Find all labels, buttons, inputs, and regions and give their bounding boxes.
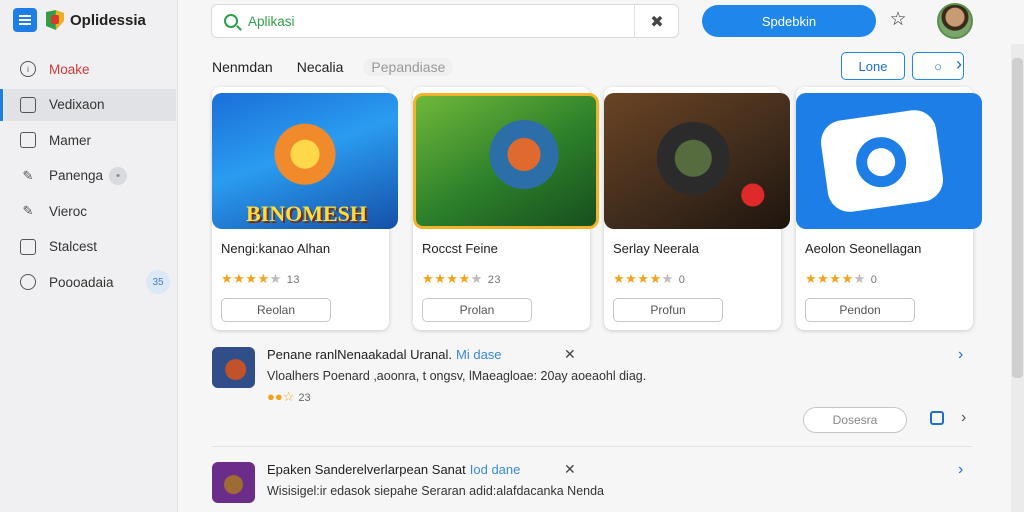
star-outline-icon[interactable]: ☆ [887, 9, 909, 31]
box-icon [20, 132, 36, 148]
share-icon[interactable] [930, 411, 944, 425]
card-title: Serlay Neerala [613, 241, 699, 256]
card-title: Aeolon Seonellagan [805, 241, 922, 256]
sidebar-item-1[interactable]: Vedixaon [0, 88, 176, 121]
sidebar-item-2[interactable]: Mamer [4, 124, 176, 156]
card-title: Nengi:kanao Alhan [221, 241, 331, 256]
sidebar-item-label: Moake [49, 61, 90, 77]
chat-icon: ✎ [22, 167, 34, 183]
search-bar: ✖ [211, 4, 679, 38]
rating-count: 23 [487, 274, 502, 286]
sidebar: Oplidessia i Moake Vedixaon Mamer ✎ Pane… [0, 0, 178, 512]
sidebar-item-label: Poooadaia [49, 274, 114, 290]
sidebar-item-label: Mamer [49, 132, 92, 148]
tab-1[interactable]: Necalia [297, 59, 344, 75]
chat-icon [20, 274, 36, 290]
chevron-right-icon[interactable]: › [958, 461, 963, 479]
emoji-rating: ●●☆ 23 [267, 389, 311, 404]
chat-icon [20, 238, 36, 255]
tab-0[interactable]: Nenmdan [212, 59, 273, 75]
window-icon [20, 96, 36, 113]
list-item[interactable]: Penane ranlNenaakadal Uranal. Mi dase ✕ V… [212, 346, 974, 442]
primary-action-button[interactable]: Spdebkin [702, 5, 876, 37]
hamburger-menu-icon[interactable] [13, 8, 37, 32]
card-title: Roccst Feine [422, 241, 498, 256]
card-action-button[interactable]: Reolan [221, 298, 331, 322]
sidebar-item-badge: • [109, 166, 128, 185]
list-item-description: Wisisigel:ir edasok siepahe Seraran adid… [267, 484, 605, 498]
sidebar-item-3[interactable]: ✎ Panenga • [4, 160, 176, 192]
app-card-1[interactable]: Roccst Feine ★★★★★ 23 Prolan [413, 87, 599, 330]
chevron-right-icon[interactable]: › [956, 54, 962, 75]
star-rating: ★★★★★ 0 [613, 271, 686, 286]
info-icon: i [20, 61, 36, 77]
app-name: Oplidessia [70, 11, 146, 29]
star-rating: ★★★★★ 13 [221, 271, 301, 286]
rating-count: 13 [286, 274, 301, 286]
list-item-thumbnail[interactable] [212, 462, 255, 503]
game-thumbnail[interactable] [413, 93, 599, 229]
chat-bubble-icon: ○ [934, 58, 942, 74]
tab-2[interactable]: Pepandiase [363, 58, 454, 76]
card-action-button[interactable]: Profun [613, 298, 723, 322]
app-card-2[interactable]: Serlay Neerala ★★★★★ 0 Profun [604, 87, 790, 330]
home-button[interactable]: Lone [841, 52, 905, 80]
app-card-3[interactable]: Aeolon Seonellagan ★★★★★ 0 Pendon [796, 87, 982, 330]
sidebar-item-label: Stalcest [49, 239, 98, 254]
tools-icon[interactable]: ✖ [647, 12, 667, 32]
game-thumbnail[interactable] [604, 93, 790, 229]
rating-count: 0 [678, 274, 686, 286]
brand: Oplidessia [13, 8, 146, 32]
list-action-button[interactable]: Dosesra [803, 407, 907, 433]
card-action-button[interactable]: Prolan [422, 298, 532, 322]
tab-bar: Nenmdan Necalia Pepandiase [212, 57, 477, 77]
close-icon[interactable]: ✕ [564, 461, 576, 478]
divider [212, 446, 972, 447]
search-divider [634, 5, 635, 37]
sidebar-item-label: Vedixaon [49, 97, 105, 112]
list-item-title: Penane ranlNenaakadal Uranal. Mi dase [267, 347, 502, 362]
chevron-right-icon[interactable]: › [961, 409, 966, 427]
search-icon [224, 14, 238, 28]
rating-count: 23 [298, 392, 311, 404]
app-card-0[interactable]: BINOMESH Nengi:kanao Alhan ★★★★★ 13 Reola… [212, 87, 398, 330]
avatar[interactable] [937, 3, 973, 39]
scrollbar-thumb[interactable] [1012, 58, 1023, 378]
star-rating: ★★★★★ 0 [805, 271, 878, 286]
list-item[interactable]: Epaken Sanderelverlarpean Sanat Iod dane … [212, 461, 974, 512]
search-input[interactable] [248, 13, 628, 29]
card-action-button[interactable]: Pendon [805, 298, 915, 322]
game-thumbnail[interactable]: BINOMESH [212, 93, 398, 229]
chat-app-icon [818, 107, 946, 215]
close-icon[interactable]: ✕ [564, 346, 576, 363]
game-logo-text: BINOMESH [246, 201, 368, 226]
rating-count: 0 [870, 274, 878, 286]
list-item-thumbnail[interactable] [212, 347, 255, 388]
list-item-subtitle[interactable]: Mi dase [456, 347, 502, 362]
sidebar-item-4[interactable]: ✎ Vieroc [4, 195, 176, 227]
list-item-subtitle[interactable]: Iod dane [470, 462, 521, 477]
star-rating: ★★★★★ 23 [422, 271, 502, 286]
app-logo-icon [46, 10, 64, 30]
sidebar-item-6[interactable]: Poooadaia 35 [4, 266, 176, 298]
sidebar-item-label: Panenga [49, 168, 104, 183]
sidebar-item-badge: 35 [146, 270, 170, 294]
sidebar-item-label: Vieroc [49, 203, 88, 219]
list-item-description: Vloalhers Poenard ,aoonra, t ongsv, lMae… [267, 369, 647, 383]
sidebar-nav: i Moake Vedixaon Mamer ✎ Panenga • ✎ Vie… [0, 53, 176, 302]
app-thumbnail[interactable] [796, 93, 982, 229]
list-item-title: Epaken Sanderelverlarpean Sanat Iod dane [267, 462, 521, 477]
sidebar-item-5[interactable]: Stalcest [4, 231, 176, 263]
edit-icon: ✎ [22, 203, 34, 218]
sidebar-item-0[interactable]: i Moake [4, 53, 176, 85]
chevron-right-icon[interactable]: › [958, 346, 963, 364]
